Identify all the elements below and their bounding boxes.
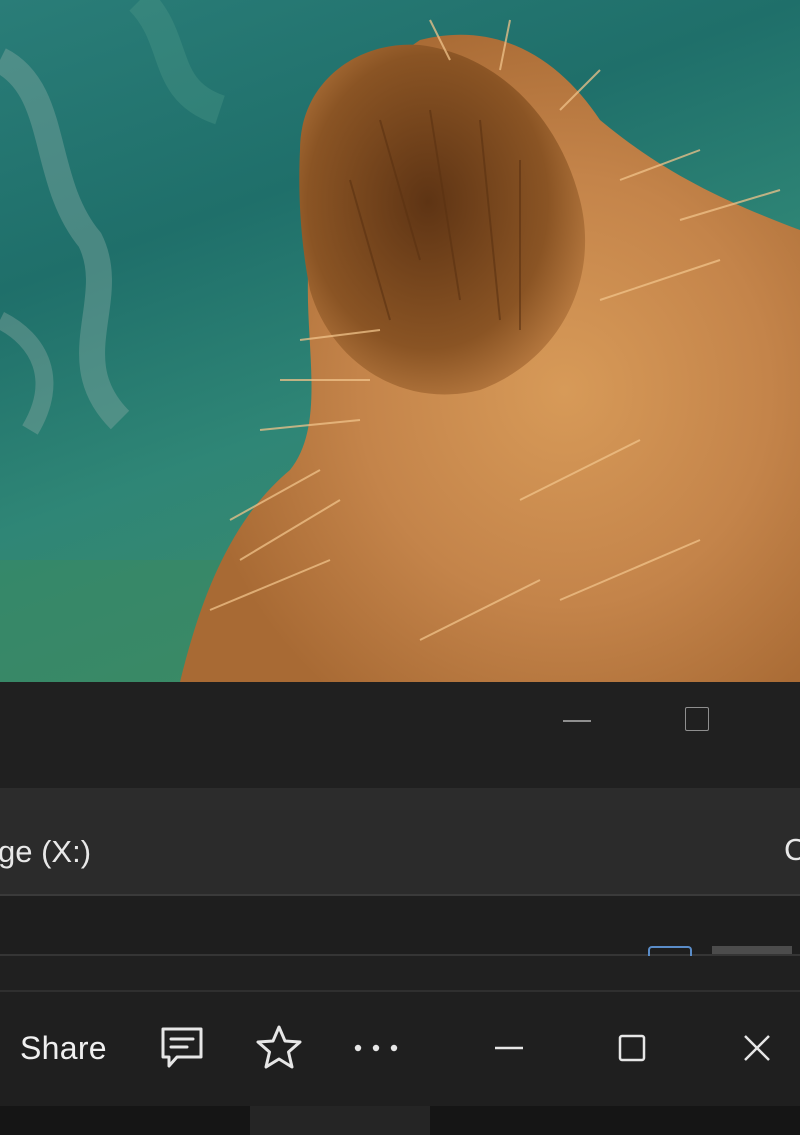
close-icon: [744, 1035, 770, 1061]
wallpaper-image: [0, 0, 800, 682]
comment-button[interactable]: [154, 1020, 210, 1076]
bottom-tab: [250, 1106, 430, 1135]
comment-icon: [161, 1027, 203, 1068]
background-window: ge (X:) C: [0, 682, 800, 1002]
star-icon: [256, 1025, 302, 1069]
bottom-strip: [0, 1106, 800, 1135]
maximize-icon: [618, 1034, 646, 1062]
command-label-partial: [712, 946, 792, 954]
address-edge-glyph: C: [784, 832, 800, 867]
desktop-wallpaper: [0, 0, 800, 682]
more-button[interactable]: [348, 1020, 404, 1076]
favorite-button[interactable]: [251, 1020, 307, 1076]
minimize-icon[interactable]: [563, 720, 591, 722]
maximize-button[interactable]: [604, 1020, 660, 1076]
share-button[interactable]: Share: [20, 1030, 107, 1067]
minimize-button[interactable]: [481, 1020, 537, 1076]
address-text: ge (X:): [0, 834, 92, 869]
background-window-titlebar: [0, 682, 800, 788]
more-icon: [354, 1044, 398, 1052]
view-icon[interactable]: [648, 946, 692, 956]
command-bar: [0, 896, 800, 956]
close-button[interactable]: [729, 1020, 785, 1076]
maximize-icon[interactable]: [685, 707, 709, 731]
address-bar[interactable]: ge (X:) C: [0, 810, 800, 896]
tab-strip: [0, 788, 800, 810]
viewer-toolbar: Share: [0, 990, 800, 1108]
minimize-icon: [495, 1046, 523, 1050]
